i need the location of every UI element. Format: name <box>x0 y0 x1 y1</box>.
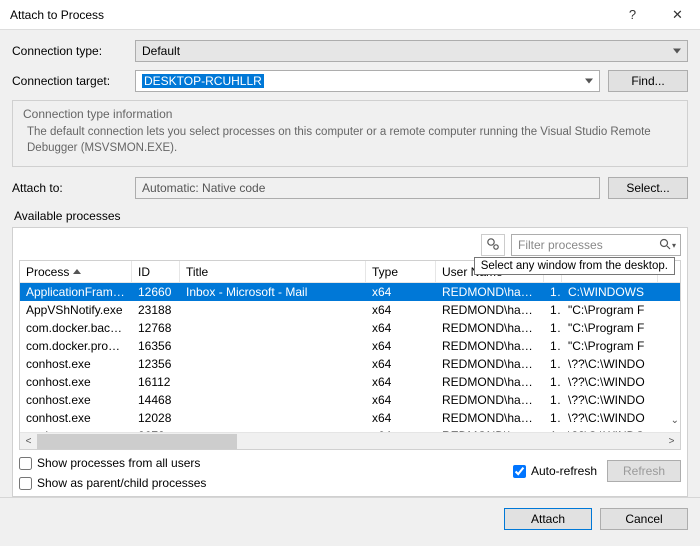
window-title: Attach to Process <box>10 8 610 22</box>
process-grid[interactable]: Process ID Title Type User Name Applicat… <box>19 260 681 450</box>
select-window-button[interactable] <box>481 234 505 256</box>
find-button[interactable]: Find... <box>608 70 688 92</box>
filter-processes-input[interactable]: Filter processes ▾ <box>511 234 681 256</box>
connection-target-label: Connection target: <box>12 74 127 88</box>
col-process[interactable]: Process <box>20 261 132 282</box>
table-row[interactable]: com.docker.backend...12768x64REDMOND\hah… <box>20 319 680 337</box>
show-all-users-checkbox[interactable]: Show processes from all users <box>19 456 513 470</box>
scrollbar-thumb[interactable] <box>37 434 237 449</box>
titlebar: Attach to Process ? ✕ <box>0 0 700 30</box>
chevron-down-icon[interactable]: ▾ <box>672 241 676 250</box>
table-row[interactable]: AppVShNotify.exe23188x64REDMOND\hahole1"… <box>20 301 680 319</box>
filter-placeholder: Filter processes <box>518 238 603 252</box>
close-button[interactable]: ✕ <box>655 0 700 30</box>
show-parent-child-checkbox[interactable]: Show as parent/child processes <box>19 476 513 490</box>
chevron-down-icon[interactable]: ⌄ <box>671 415 679 426</box>
dialog-footer: Attach Cancel <box>0 497 700 540</box>
col-id[interactable]: ID <box>132 261 180 282</box>
attach-button[interactable]: Attach <box>504 508 592 530</box>
connection-target-combo[interactable]: DESKTOP-RCUHLLR <box>135 70 600 92</box>
auto-refresh-checkbox[interactable]: Auto-refresh <box>513 464 597 478</box>
sort-asc-icon <box>73 269 81 274</box>
window-picker-tooltip: Select any window from the desktop. <box>474 257 675 275</box>
table-row[interactable]: conhost.exe12028x64REDMOND\hahole1\??\C:… <box>20 409 680 427</box>
col-type[interactable]: Type <box>366 261 436 282</box>
table-row[interactable]: conhost.exe14468x64REDMOND\hahole1\??\C:… <box>20 391 680 409</box>
crosshair-icon <box>486 237 500 254</box>
connection-info-header: Connection type information <box>23 107 677 121</box>
available-processes-label: Available processes <box>14 209 688 223</box>
table-row[interactable]: ApplicationFrameHo...12660Inbox - Micros… <box>20 283 680 301</box>
help-button[interactable]: ? <box>610 0 655 30</box>
table-row[interactable]: com.docker.proxy.exe16356x64REDMOND\haho… <box>20 337 680 355</box>
refresh-button[interactable]: Refresh <box>607 460 681 482</box>
attach-to-value: Automatic: Native code <box>135 177 600 199</box>
scroll-left-icon[interactable]: < <box>20 433 37 450</box>
connection-type-dropdown[interactable]: Default <box>135 40 688 62</box>
processes-panel: Filter processes ▾ Select any window fro… <box>12 227 688 497</box>
connection-type-label: Connection type: <box>12 44 127 58</box>
table-row[interactable]: conhost.exe12356x64REDMOND\hahole1\??\C:… <box>20 355 680 373</box>
select-button[interactable]: Select... <box>608 177 688 199</box>
attach-to-label: Attach to: <box>12 181 127 195</box>
horizontal-scrollbar[interactable]: ⌄ < > <box>20 432 680 449</box>
cancel-button[interactable]: Cancel <box>600 508 688 530</box>
connection-info-box: Connection type information The default … <box>12 100 688 167</box>
connection-info-body: The default connection lets you select p… <box>23 125 677 156</box>
search-icon <box>659 238 671 253</box>
table-row[interactable]: conhost.exe16112x64REDMOND\hahole1\??\C:… <box>20 373 680 391</box>
scroll-right-icon[interactable]: > <box>663 433 680 450</box>
col-title[interactable]: Title <box>180 261 366 282</box>
